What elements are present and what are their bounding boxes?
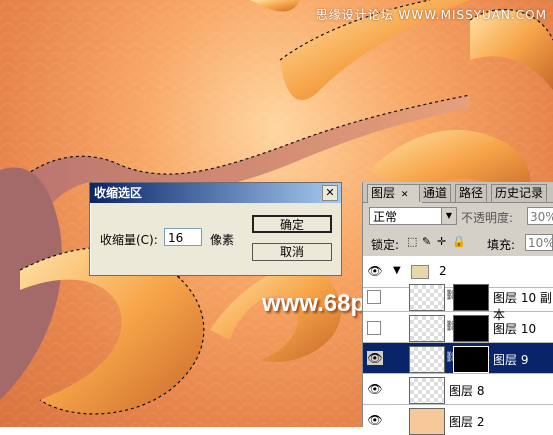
layers-panel: 图层 ✕ 通道 路径 历史记录 正常 ▼ 不透明度: 30% 锁定: ⬚ ✎ ✛…: [362, 182, 553, 435]
layer-mask-thumbnail[interactable]: [453, 284, 489, 311]
layers-list: 👁 ▼ 2 ⛓ 图层 10 副本 ⛓ 图层 10 👁 ⛓ 图层 9 �: [363, 256, 553, 435]
layer-9[interactable]: 👁 ⛓ 图层 9: [363, 343, 553, 374]
chevron-down-icon[interactable]: ▼: [393, 265, 401, 276]
dialog-titlebar[interactable]: 收缩选区 ✕: [90, 183, 341, 203]
layer-mask-thumbnail[interactable]: [453, 346, 489, 373]
layer-name: 图层 10: [493, 322, 537, 336]
layer-name: 图层 8: [449, 384, 485, 398]
visibility-toggle[interactable]: [367, 290, 381, 304]
panel-tabs: 图层 ✕ 通道 路径 历史记录: [363, 182, 553, 203]
lock-label: 锁定:: [371, 238, 400, 252]
layer-thumbnail: [409, 377, 445, 404]
lock-paint-icon[interactable]: ✎: [422, 235, 431, 248]
tab-layers-label: 图层: [371, 186, 396, 200]
visibility-toggle[interactable]: [367, 321, 381, 335]
layer-mask-thumbnail[interactable]: [453, 315, 489, 342]
contract-amount-input[interactable]: 16: [164, 228, 202, 246]
layer-thumbnail: [409, 346, 445, 373]
close-icon[interactable]: ✕: [322, 185, 338, 201]
layer-8[interactable]: 👁 图层 8: [363, 374, 553, 405]
tab-history[interactable]: 历史记录: [491, 184, 548, 202]
fill-input[interactable]: 10%: [525, 234, 553, 251]
layer-2[interactable]: 👁 图层 2: [363, 405, 553, 435]
layer-name: 图层 9: [493, 353, 529, 367]
tab-paths[interactable]: 路径: [455, 184, 488, 202]
cancel-button[interactable]: 取消: [252, 243, 332, 261]
layer-name: 2: [439, 264, 447, 278]
lock-all-icon[interactable]: 🔒: [452, 235, 466, 248]
layer-thumbnail: [409, 315, 445, 342]
layer-name: 图层 2: [449, 415, 485, 429]
layer-thumbnail: [409, 408, 445, 435]
unit-label: 像素: [210, 233, 235, 247]
lock-move-icon[interactable]: ✛: [437, 235, 446, 248]
opacity-label: 不透明度:: [461, 211, 514, 225]
watermark-site-top: 思缘设计论坛 WWW.MISSYUAN.COM: [315, 8, 547, 22]
tab-layers[interactable]: 图层 ✕: [367, 184, 423, 203]
layer-10-copy[interactable]: ⛓ 图层 10 副本: [363, 281, 553, 322]
layer-10[interactable]: ⛓ 图层 10: [363, 312, 553, 343]
contract-amount-label: 收缩量(C):: [100, 233, 158, 247]
chevron-down-icon[interactable]: ▼: [441, 208, 456, 224]
ok-button[interactable]: 确定: [252, 215, 332, 233]
tab-channels[interactable]: 通道: [419, 184, 452, 202]
eye-icon[interactable]: 👁: [367, 264, 383, 278]
contract-selection-dialog: 收缩选区 ✕ 收缩量(C): 16 像素 确定 取消: [89, 182, 342, 276]
blend-mode-select[interactable]: 正常 ▼: [369, 207, 457, 225]
eye-icon[interactable]: 👁: [367, 382, 383, 396]
blend-mode-value: 正常: [373, 210, 398, 224]
lock-transparent-icon[interactable]: ⬚: [407, 235, 417, 248]
layer-thumbnail: [409, 284, 445, 311]
folder-icon: [411, 265, 429, 279]
eye-icon[interactable]: 👁: [367, 351, 383, 365]
dialog-title: 收缩选区: [94, 186, 143, 200]
fill-label: 填充:: [487, 238, 516, 252]
opacity-input[interactable]: 30%: [527, 207, 553, 225]
eye-icon[interactable]: 👁: [367, 413, 383, 427]
tab-close-icon[interactable]: ✕: [401, 190, 409, 200]
